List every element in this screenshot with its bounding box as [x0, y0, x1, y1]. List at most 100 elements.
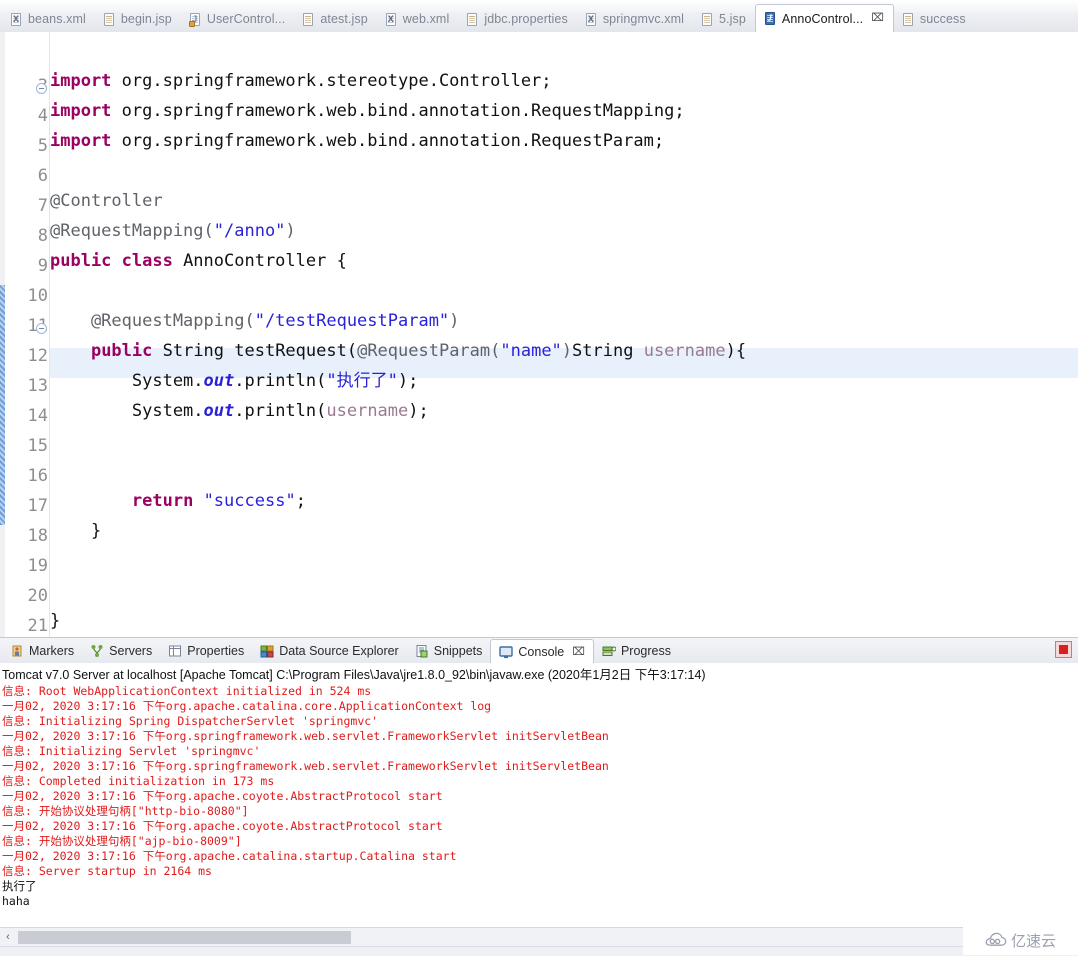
console-line: 一月02, 2020 3:17:16 下午org.springframework… — [2, 759, 609, 773]
console-view[interactable]: Tomcat v7.0 Server at localhost [Apache … — [0, 663, 1078, 927]
console-line: 执行了 — [2, 879, 37, 893]
editor-tab-label: begin.jsp — [120, 12, 172, 26]
line-number: 15 — [27, 436, 48, 456]
code-token: String — [572, 341, 644, 361]
line-number: 16 — [27, 466, 48, 486]
editor-tab-springmvc-xml[interactable]: Xspringmvc.xml — [577, 5, 693, 32]
editor-tab-label: AnnoControl... — [781, 11, 864, 26]
view-tab-console[interactable]: Console ⌧ — [490, 638, 594, 666]
terminate-button[interactable] — [1055, 641, 1072, 658]
java-file-icon: J — [764, 11, 777, 26]
console-line: 一月02, 2020 3:17:16 下午org.springframework… — [2, 729, 609, 743]
line-number: 12 — [27, 346, 48, 366]
console-horizontal-scrollbar[interactable]: ‹ — [0, 927, 1078, 947]
code-token: ); — [408, 401, 429, 421]
xml-file-icon: X — [11, 12, 21, 26]
editor-tab-bar: Xbeans.xml begin.jsp J UserControl... atest.… — [0, 0, 1078, 33]
code-token: .println( — [234, 401, 327, 421]
editor-tab-success[interactable]: success — [894, 5, 975, 32]
view-tab-label: Data Source Explorer — [279, 644, 399, 658]
console-line: 信息: Initializing Servlet 'springmvc' — [2, 744, 261, 758]
line-number: 9 — [37, 256, 48, 276]
code-line: } — [50, 606, 60, 636]
editor-tab-annocontrol[interactable]: J AnnoControl... ⌧ — [754, 4, 894, 32]
console-line: 信息: 开始协议处理句柄["http-bio-8080"] — [2, 804, 249, 818]
code-line: return "success"; — [50, 486, 306, 516]
console-line: 信息: Server startup in 2164 ms — [2, 864, 212, 878]
code-line: import org.springframework.stereotype.Co… — [50, 66, 552, 96]
console-line: 信息: 开始协议处理句柄["ajp-bio-8009"] — [2, 834, 242, 848]
view-tab-servers[interactable]: Servers — [82, 639, 160, 663]
editor-tab-begin-jsp[interactable]: begin.jsp — [95, 5, 181, 32]
console-line: 一月02, 2020 3:17:16 下午org.apache.coyote.A… — [2, 789, 443, 803]
console-line: 信息: Root WebApplicationContext initializ… — [2, 684, 372, 698]
code-token: org.springframework.web.bind.annotation.… — [111, 131, 665, 151]
code-token: import — [50, 131, 112, 151]
editor-tab-jdbc-properties[interactable]: jdbc.properties — [458, 5, 577, 32]
fold-collapse-icon[interactable] — [36, 323, 47, 334]
code-line: @RequestMapping("/anno") — [50, 216, 296, 246]
line-number: 7 — [37, 196, 48, 216]
close-icon[interactable]: ⌧ — [572, 646, 585, 658]
code-line: System.out.println(username); — [50, 396, 429, 426]
line-number: 8 — [37, 226, 48, 246]
jsp-file-icon — [302, 12, 315, 27]
code-line: public class AnnoController { — [50, 246, 347, 276]
scroll-left-arrow-icon[interactable]: ‹ — [2, 931, 14, 944]
editor-tab-label: atest.jsp — [320, 12, 368, 26]
console-line: 一月02, 2020 3:17:16 下午org.apache.coyote.A… — [2, 819, 443, 833]
editor-tab-beans-xml[interactable]: Xbeans.xml — [2, 5, 95, 32]
editor-tab-label: jdbc.properties — [484, 12, 568, 26]
code-token: org.springframework.stereotype.Controlle… — [111, 71, 552, 91]
code-token: username — [326, 401, 409, 421]
progress-icon — [602, 644, 617, 658]
code-token: "success" — [203, 491, 296, 511]
editor-tab-5-jsp[interactable]: 5.jsp — [693, 5, 755, 32]
line-number: 4 — [37, 106, 48, 126]
code-line: public String testRequest(@RequestParam(… — [50, 336, 746, 366]
code-line: import org.springframework.web.bind.anno… — [50, 96, 685, 126]
editor-tab-label: springmvc.xml — [602, 12, 684, 26]
view-tab-properties[interactable]: Properties — [160, 639, 252, 663]
code-token: public — [90, 341, 153, 361]
code-token: String testRequest( — [152, 341, 358, 361]
editor-tab-usercontrol[interactable]: J UserControl... — [181, 5, 295, 32]
code-token: ) — [449, 311, 460, 331]
view-tab-label: Servers — [109, 644, 153, 658]
code-token: import — [50, 101, 112, 121]
stop-square-icon — [1059, 645, 1068, 654]
code-token: ); — [397, 371, 419, 391]
code-editor[interactable]: 3456789101112131415161718192021 import o… — [0, 32, 1078, 637]
editor-tab-web-xml[interactable]: Xweb.xml — [377, 5, 459, 32]
console-line: 信息: Initializing Spring DispatcherServle… — [2, 714, 379, 728]
fold-collapse-icon[interactable] — [36, 83, 47, 94]
data-source-explorer-icon — [260, 644, 274, 658]
console-line: 一月02, 2020 3:17:16 下午org.apache.catalina… — [2, 849, 457, 863]
code-token: org.springframework.web.bind.annotation.… — [111, 101, 685, 121]
view-tab-markers[interactable]: Markers — [2, 639, 82, 663]
markers-icon — [10, 644, 24, 658]
xml-file-icon: X — [585, 12, 596, 26]
view-tab-progress[interactable]: Progress — [594, 639, 679, 663]
code-line: @RequestMapping("/testRequestParam") — [50, 306, 459, 336]
editor-code-area[interactable]: import org.springframework.stereotype.Co… — [50, 32, 1078, 637]
code-token: ) — [285, 221, 296, 241]
console-line: haha — [2, 894, 30, 908]
view-tab-label: Markers — [29, 644, 75, 658]
editor-tab-label: beans.xml — [28, 12, 86, 26]
view-tab-snippets[interactable]: Snippets — [407, 639, 491, 663]
view-tab-label: Snippets — [433, 644, 483, 658]
view-tab-data-source-explorer[interactable]: Data Source Explorer — [252, 639, 407, 663]
view-tab-label: Progress — [620, 644, 671, 658]
close-icon[interactable]: ⌧ — [871, 13, 884, 24]
code-token: return — [131, 491, 194, 511]
console-icon — [499, 645, 514, 659]
scrollbar-thumb[interactable] — [18, 931, 351, 944]
editor-tab-atest-jsp[interactable]: atest.jsp — [294, 5, 376, 32]
code-token: "name" — [500, 341, 562, 361]
editor-tab-label: web.xml — [402, 12, 450, 26]
xml-file-icon: X — [385, 12, 396, 26]
line-number: 13 — [27, 376, 48, 396]
